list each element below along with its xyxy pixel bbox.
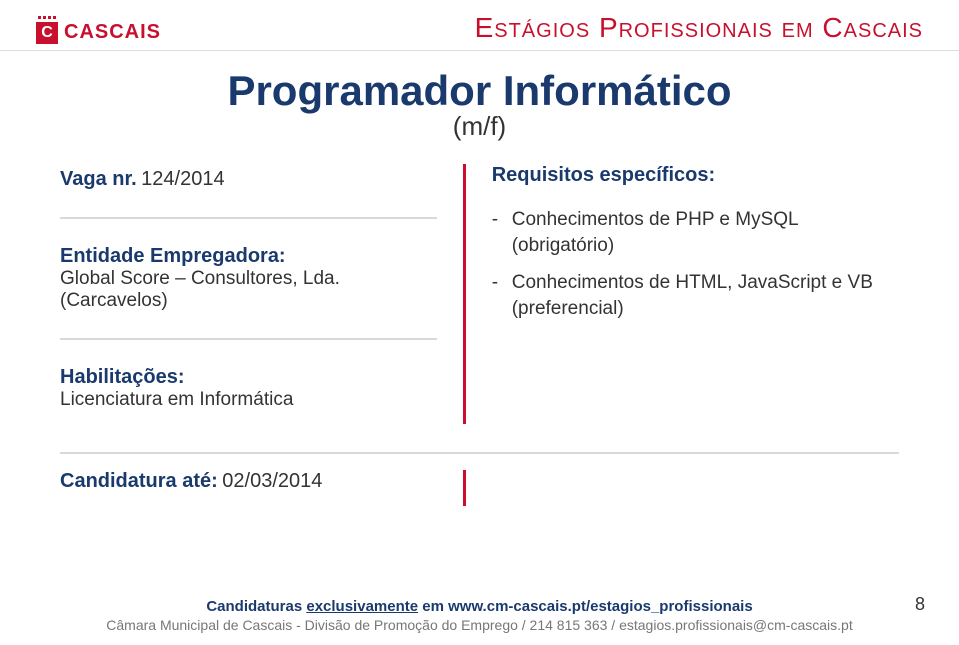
content-columns: Vaga nr. 124/2014 Entidade Empregadora: … (60, 164, 899, 424)
program-title: Estágios Profissionais em Cascais (161, 12, 923, 44)
vacancy-number: 124/2014 (141, 168, 224, 190)
logo-dots-icon (38, 16, 56, 19)
main-content: Programador Informático (m/f) Vaga nr. 1… (0, 51, 959, 516)
qualifications-label: Habilitações: (60, 366, 437, 389)
requirements-label: Requisitos específicos: (492, 164, 899, 187)
footer-prefix: Candidaturas (206, 598, 306, 615)
job-title: Programador Informático (60, 67, 899, 115)
requirements-list: Conhecimentos de PHP e MySQL (obrigatóri… (492, 201, 899, 328)
left-column: Vaga nr. 124/2014 Entidade Empregadora: … (60, 164, 463, 424)
vacancy-label: Vaga nr. (60, 168, 137, 190)
divider (60, 338, 437, 340)
qualifications-value: Licenciatura em Informática (60, 389, 437, 411)
deadline-label: Candidatura até: (60, 470, 218, 492)
logo-letter: C (36, 22, 58, 44)
qualifications-block: Habilitações: Licenciatura em Informátic… (60, 362, 437, 415)
footer-apply-text: Candidaturas exclusivamente em www.cm-ca… (0, 598, 959, 615)
employer-block: Entidade Empregadora: Global Score – Con… (60, 241, 437, 316)
logo-mark-icon: C (36, 22, 58, 44)
page-number: 8 (915, 594, 925, 615)
deadline-block: Candidatura até: 02/03/2014 (60, 470, 463, 506)
employer-name: Global Score – Consultores, Lda. (60, 268, 437, 290)
header: C CASCAIS Estágios Profissionais em Casc… (0, 0, 959, 51)
list-item: Conhecimentos de PHP e MySQL (obrigatóri… (492, 201, 899, 264)
brand-logo: C CASCAIS (36, 21, 161, 44)
employer-label: Entidade Empregadora: (60, 245, 437, 268)
footer-mid: em (418, 598, 448, 615)
divider (60, 217, 437, 219)
right-column: Requisitos específicos: Conhecimentos de… (463, 164, 899, 424)
footer: Candidaturas exclusivamente em www.cm-ca… (0, 598, 959, 633)
brand-name: CASCAIS (64, 21, 161, 44)
footer-underline: exclusivamente (306, 598, 418, 615)
job-subtitle: (m/f) (60, 111, 899, 142)
footer-link: www.cm-cascais.pt/estagios_profissionais (448, 598, 753, 615)
list-item: Conhecimentos de HTML, JavaScript e VB (… (492, 264, 899, 327)
divider-vertical (463, 470, 466, 506)
employer-location: (Carcavelos) (60, 290, 437, 312)
deadline-date: 02/03/2014 (222, 470, 322, 492)
deadline-row: Candidatura até: 02/03/2014 (60, 452, 899, 506)
footer-contact: Câmara Municipal de Cascais - Divisão de… (0, 617, 959, 633)
vacancy-block: Vaga nr. 124/2014 (60, 164, 437, 195)
